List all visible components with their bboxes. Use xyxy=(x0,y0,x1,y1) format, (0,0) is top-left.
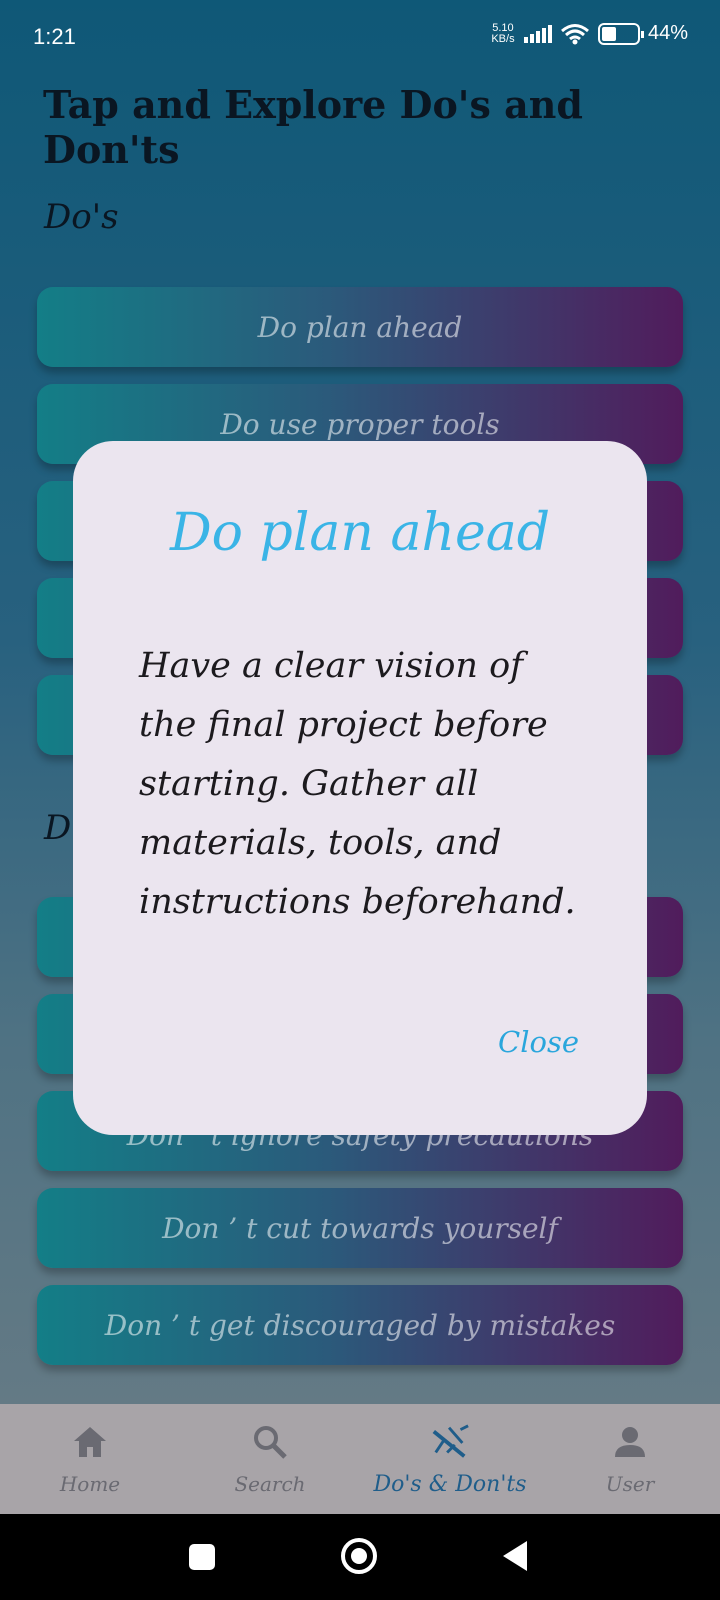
battery-icon xyxy=(597,22,644,45)
page-title: Tap and Explore Do's and Don'ts xyxy=(43,82,583,172)
network-speed-value: 5.10 xyxy=(492,21,514,34)
nav-dos-donts[interactable]: Do's & Don'ts xyxy=(360,1404,540,1514)
bottom-navigation: Home Search Do's & Don'ts User xyxy=(0,1404,720,1514)
recents-button[interactable] xyxy=(189,1544,215,1570)
user-icon xyxy=(610,1422,650,1462)
nav-home-label: Home xyxy=(59,1472,121,1496)
detail-dialog: Do plan ahead Have a clear vision of the… xyxy=(73,441,647,1135)
close-button[interactable]: Close xyxy=(498,1025,579,1059)
nav-search[interactable]: Search xyxy=(180,1404,360,1514)
dialog-body: Have a clear vision of the final project… xyxy=(139,646,576,922)
nav-dos-donts-label: Do's & Don'ts xyxy=(373,1472,527,1497)
nav-user-label: User xyxy=(605,1472,655,1496)
dos-heading: Do's xyxy=(44,197,119,237)
nav-home[interactable]: Home xyxy=(0,1404,180,1514)
wifi-icon xyxy=(561,23,589,44)
network-speed-unit: KB/s xyxy=(491,32,515,45)
network-speed: 5.10 KB/s xyxy=(490,21,516,45)
dont-item-4[interactable]: Don ’ t cut towards yourself xyxy=(37,1188,683,1268)
nav-user[interactable]: User xyxy=(540,1404,720,1514)
signal-icon xyxy=(523,24,552,43)
system-navigation-bar xyxy=(0,1514,720,1600)
donts-heading: D xyxy=(44,808,72,848)
status-time: 1:21 xyxy=(33,24,76,49)
status-icons: 5.10 KB/s 44% xyxy=(490,22,688,45)
back-button[interactable] xyxy=(503,1541,527,1571)
do-item-1[interactable]: Do plan ahead xyxy=(37,287,683,367)
search-icon xyxy=(250,1422,290,1462)
home-button[interactable] xyxy=(341,1538,377,1574)
dont-item-5[interactable]: Don ’ t get discouraged by mistakes xyxy=(37,1285,683,1365)
status-bar: 1:21 5.10 KB/s 44% xyxy=(0,0,720,76)
dialog-title: Do plan ahead xyxy=(169,503,551,563)
nav-search-label: Search xyxy=(234,1472,306,1496)
tools-icon xyxy=(430,1422,470,1462)
home-icon xyxy=(70,1422,110,1462)
battery-level: 44% xyxy=(647,22,688,44)
